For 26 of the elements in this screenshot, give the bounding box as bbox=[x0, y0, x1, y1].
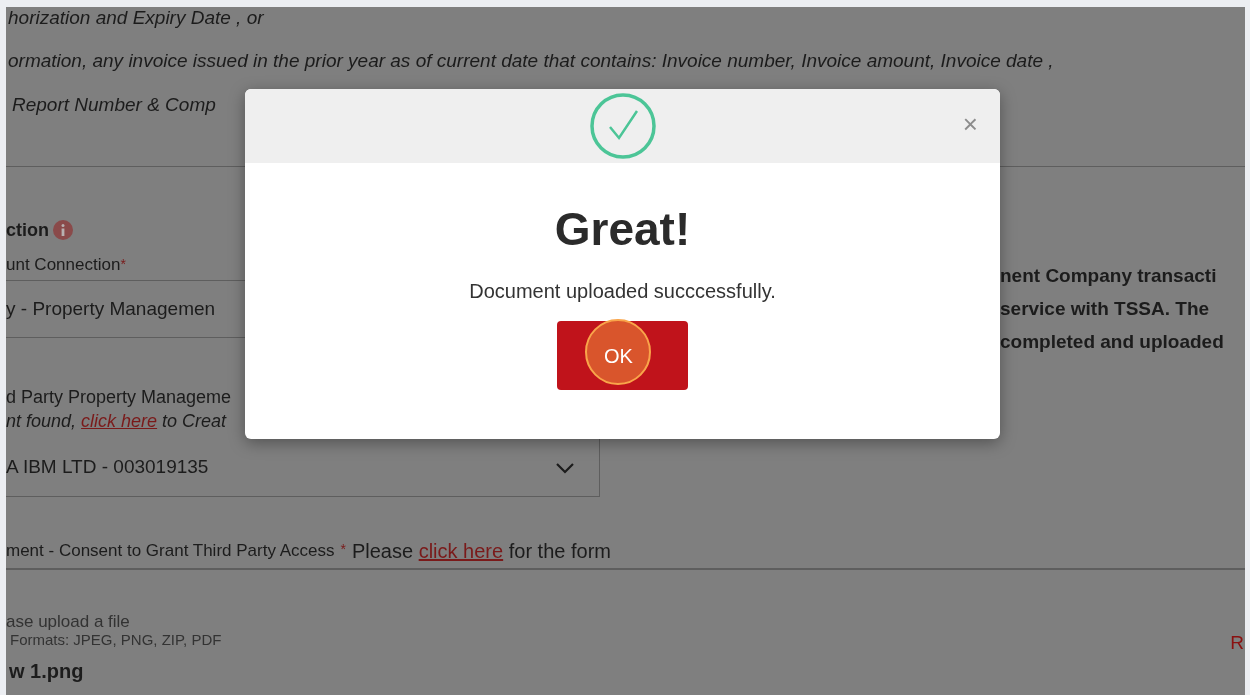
form-note: Please click here for the form bbox=[351, 539, 611, 564]
info-text: completed and uploaded bbox=[1000, 330, 1224, 354]
formats-note: Formats: JPEG, PNG, ZIP, PDF bbox=[9, 631, 222, 648]
requirement-text: ormation, any invoice issued in the prior year as of current date that contains: Invoice number, Invoice amount, Invoice date , bbox=[8, 48, 1054, 73]
create-link[interactable]: click here bbox=[81, 411, 158, 431]
help-note: nt found, click here to Creat bbox=[6, 410, 227, 432]
section-title: ction bbox=[6, 218, 49, 242]
field-label: unt Connection bbox=[6, 254, 121, 277]
info-text: service with TSSA. The bbox=[1000, 297, 1210, 321]
field-label: ment - Consent to Grant Third Party Access bbox=[6, 540, 335, 563]
field-label: d Party Property Manageme bbox=[6, 386, 232, 408]
requirement-text: Report Number & Comp bbox=[11, 92, 216, 117]
file-name: w 1.png bbox=[8, 659, 85, 684]
required-mark: * bbox=[120, 255, 126, 274]
remove-link[interactable]: R bbox=[1230, 629, 1244, 658]
info-text: nent Company transacti bbox=[1000, 264, 1217, 288]
form-link[interactable]: click here bbox=[418, 540, 504, 562]
dialog-title: Great! bbox=[554, 203, 691, 255]
close-button[interactable]: × bbox=[962, 111, 978, 137]
info-icon bbox=[53, 220, 73, 240]
dialog-message: Document uploaded succcessfully. bbox=[469, 279, 776, 303]
checkmark-icon bbox=[589, 93, 656, 159]
requirement-text: horization and Expiry Date , or bbox=[8, 7, 264, 29]
chevron-down-icon bbox=[555, 461, 575, 474]
required-mark: * bbox=[340, 540, 346, 559]
upload-prompt: ase upload a file bbox=[6, 613, 131, 631]
